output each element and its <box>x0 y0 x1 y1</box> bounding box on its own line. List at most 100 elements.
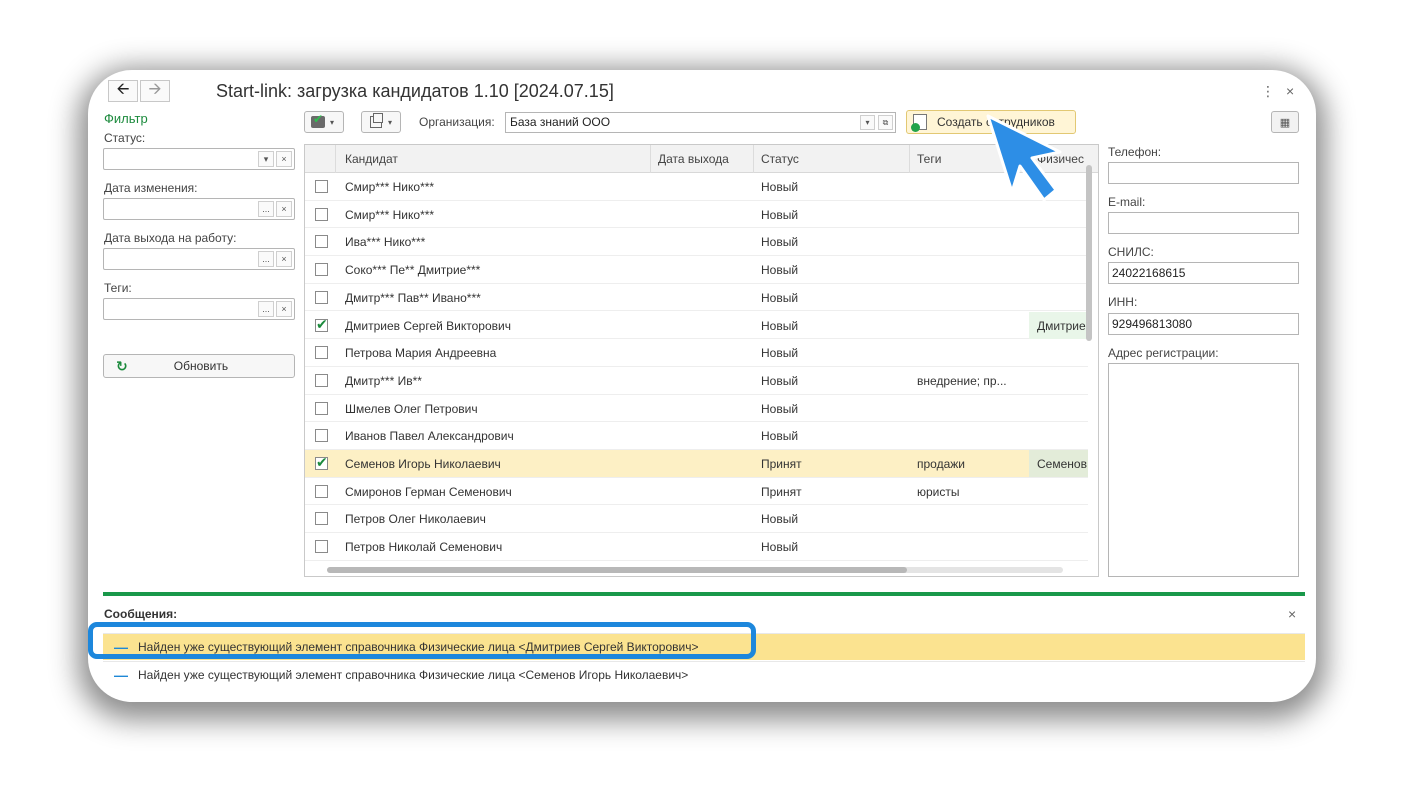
status-cell: Новый <box>761 540 799 555</box>
candidate-cell: Смиронов Герман Семенович <box>345 484 512 499</box>
table-row[interactable]: Соко*** Пе** Дмитрие*** Новый <box>305 256 1088 284</box>
status-cell: Новый <box>761 401 799 416</box>
row-checkbox[interactable] <box>315 346 328 360</box>
clear-icon[interactable]: × <box>276 251 292 267</box>
tags-label: Теги: <box>104 281 132 295</box>
row-checkbox[interactable] <box>315 512 328 526</box>
help-button[interactable]: ▦ <box>1271 111 1299 133</box>
table-row[interactable]: Смиронов Герман Семенович Принят юристы <box>305 478 1088 506</box>
arrow-left-icon: 🡨 <box>116 80 130 98</box>
message-item[interactable]: — Найден уже существующий элемент справо… <box>103 661 1305 688</box>
copy-icon <box>370 113 383 128</box>
messages-title: Сообщения: <box>104 607 178 621</box>
inn-field[interactable]: 929496813080 <box>1108 313 1299 335</box>
refresh-button[interactable]: ↻ Обновить <box>103 354 295 378</box>
inn-label: ИНН: <box>1108 295 1138 309</box>
vertical-scrollbar[interactable] <box>1086 165 1092 341</box>
column-tags[interactable]: Теги <box>917 152 941 166</box>
row-checkbox[interactable] <box>315 454 328 471</box>
table-row[interactable]: Ива*** Нико*** Новый <box>305 228 1088 257</box>
highlight-frame <box>88 622 756 659</box>
column-exit-date[interactable]: Дата выхода <box>658 152 729 166</box>
candidate-cell: Петров Николай Семенович <box>345 540 503 555</box>
candidate-cell: Дмитр*** Ив** <box>345 373 422 388</box>
email-field[interactable] <box>1108 212 1299 234</box>
copy-menu-button[interactable]: ▾ <box>361 111 401 133</box>
choose-icon[interactable]: ... <box>258 251 274 267</box>
row-checkbox[interactable] <box>315 429 328 443</box>
app-window: 🡨 🡪 Start-link: загрузка кандидатов 1.10… <box>88 70 1316 702</box>
pointer-arrow-icon <box>986 114 1062 202</box>
change-date-field[interactable]: ... × <box>103 198 295 220</box>
status-cell: Новый <box>761 180 799 194</box>
messages-divider <box>103 592 1305 596</box>
row-checkbox[interactable] <box>315 401 328 415</box>
table-row[interactable]: Петров Олег Николаевич Новый <box>305 505 1088 534</box>
row-checkbox[interactable] <box>315 290 328 304</box>
back-button[interactable]: 🡨 <box>108 80 138 102</box>
row-checkbox[interactable] <box>315 373 328 387</box>
candidate-cell: Дмитр*** Пав** Ивано*** <box>345 290 481 305</box>
physical-person-cell: Семенов <box>1029 450 1088 477</box>
choose-icon[interactable]: ... <box>258 301 274 317</box>
status-cell: Новый <box>761 290 799 305</box>
close-window-icon[interactable]: × <box>1286 83 1294 99</box>
work-date-field[interactable]: ... × <box>103 248 295 270</box>
organization-field[interactable]: База знаний ООО ▾ ⧉ <box>505 112 896 133</box>
row-checkbox[interactable] <box>315 235 328 249</box>
status-cell: Новый <box>761 318 799 333</box>
organization-label: Организация: <box>419 115 495 129</box>
choose-icon[interactable]: ... <box>258 201 274 217</box>
status-select[interactable]: ▾ × <box>103 148 295 170</box>
close-messages-icon[interactable]: × <box>1288 606 1296 622</box>
candidate-cell: Смир*** Нико*** <box>345 180 435 194</box>
column-candidate[interactable]: Кандидат <box>345 152 398 166</box>
snils-field[interactable]: 24022168615 <box>1108 262 1299 284</box>
address-field[interactable] <box>1108 363 1299 577</box>
clear-icon[interactable]: × <box>276 301 292 317</box>
arrow-right-icon: 🡪 <box>148 80 162 98</box>
table-row[interactable]: Дмитр*** Пав** Ивано*** Новый <box>305 284 1088 312</box>
table-row[interactable]: Петрова Мария Андреевна Новый <box>305 339 1088 367</box>
row-checkbox[interactable] <box>315 263 328 277</box>
row-checkbox[interactable] <box>315 316 328 333</box>
organization-value: База знаний ООО <box>510 115 611 129</box>
open-icon[interactable]: ⧉ <box>878 115 893 130</box>
more-menu-icon[interactable]: ⋮ <box>1261 83 1275 100</box>
horizontal-scrollbar[interactable] <box>327 567 907 573</box>
candidate-cell: Соко*** Пе** Дмитрие*** <box>345 263 481 278</box>
table-row[interactable]: Смир*** Нико*** Новый <box>305 173 1088 201</box>
filter-title: Фильтр <box>104 111 148 126</box>
table-row[interactable]: Семенов Игорь Николаевич Принят продажи Сем… <box>305 450 1088 478</box>
dropdown-icon[interactable]: ▾ <box>860 115 875 130</box>
clear-icon[interactable]: × <box>276 151 292 167</box>
row-checkbox[interactable] <box>315 484 328 498</box>
clear-icon[interactable]: × <box>276 201 292 217</box>
column-status[interactable]: Статус <box>761 152 799 166</box>
dropdown-icon[interactable]: ▾ <box>258 151 274 167</box>
candidates-table: Кандидат Дата выхода Статус Теги Физичес… <box>304 144 1099 577</box>
email-label: E-mail: <box>1108 195 1146 209</box>
row-checkbox[interactable] <box>315 207 328 221</box>
row-checkbox[interactable] <box>315 540 328 554</box>
phone-field[interactable] <box>1108 162 1299 184</box>
table-row[interactable]: Иванов Павел Александрович Новый <box>305 422 1088 450</box>
tags-field[interactable]: ... × <box>103 298 295 320</box>
candidate-cell: Ива*** Нико*** <box>345 235 426 250</box>
phone-label: Телефон: <box>1108 145 1162 159</box>
table-row[interactable]: Смир*** Нико*** Новый <box>305 201 1088 229</box>
tags-cell: продажи <box>917 457 965 471</box>
table-row[interactable]: Петров Николай Семенович Новый <box>305 533 1088 561</box>
forward-button[interactable]: 🡪 <box>140 80 170 102</box>
status-cell: Новый <box>761 207 799 222</box>
status-cell: Новый <box>761 235 799 250</box>
status-cell: Принят <box>761 457 802 471</box>
row-checkbox[interactable] <box>315 180 328 193</box>
status-cell: Новый <box>761 373 799 388</box>
tags-cell: юристы <box>917 484 960 499</box>
table-row[interactable]: Шмелев Олег Петрович Новый <box>305 395 1088 423</box>
table-row[interactable]: Дмитриев Сергей Викторович Новый Дмитриев <box>305 311 1088 340</box>
chevron-down-icon: ▾ <box>330 117 335 127</box>
check-all-button[interactable]: ✔ ▾ <box>304 111 344 133</box>
table-row[interactable]: Дмитр*** Ив** Новый внедрение; пр... <box>305 367 1088 395</box>
